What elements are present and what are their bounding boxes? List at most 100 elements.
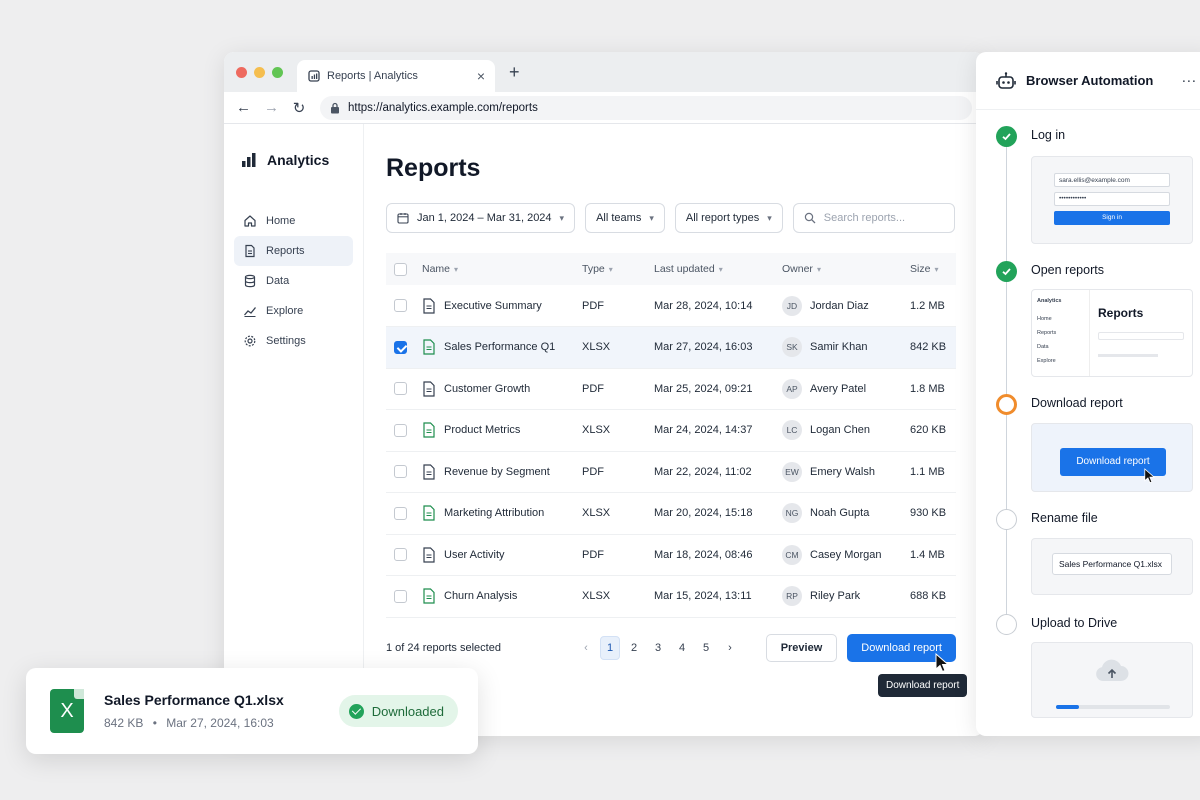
mini-sidebar: Analytics Home Reports Data Explore	[1032, 290, 1090, 376]
row-checkbox[interactable]	[394, 465, 407, 479]
close-window-button[interactable]	[236, 66, 247, 78]
sidebar-item-reports[interactable]: Reports	[234, 236, 353, 266]
name-cell: Executive Summary	[422, 297, 582, 314]
table-row[interactable]: Customer Growth PDF Mar 25, 2024, 09:21 AP A…	[386, 368, 956, 410]
table-row[interactable]: Marketing Attribution XLSX Mar 20, 2024, 1…	[386, 493, 956, 534]
toast-details: Sales Performance Q1.xlsx 842 KB • Mar 2…	[104, 692, 284, 730]
owner-name: Noah Gupta	[810, 507, 870, 520]
report-name[interactable]: Customer Growth	[444, 383, 530, 395]
report-name[interactable]: Revenue by Segment	[444, 466, 550, 478]
column-header-type[interactable]: Type ▾	[582, 253, 654, 285]
sidebar-item-home[interactable]: Home	[234, 206, 353, 236]
row-checkbox[interactable]	[394, 382, 407, 396]
row-checkbox[interactable]	[394, 299, 407, 312]
row-checkbox[interactable]	[394, 506, 407, 520]
toast-separator: •	[152, 716, 157, 730]
page-5[interactable]: 5	[696, 636, 716, 660]
report-name[interactable]: Executive Summary	[444, 300, 542, 312]
row-checkbox[interactable]	[394, 423, 407, 437]
table-row[interactable]: Churn Analysis XLSX Mar 15, 2024, 13:11 RP R…	[386, 576, 956, 617]
report-name[interactable]: Churn Analysis	[444, 590, 517, 602]
sidebar-item-settings[interactable]: Settings	[234, 326, 353, 356]
report-updated: Mar 27, 2024, 16:03	[654, 341, 753, 354]
table-row[interactable]: Sales Performance Q1 XLSX Mar 27, 2024, 16…	[386, 326, 956, 368]
page-1[interactable]: 1	[600, 635, 620, 660]
date-range-filter[interactable]: Jan 1, 2024 – Mar 31, 2024 ▾	[386, 203, 576, 233]
chevron-down-icon: ▾	[608, 265, 613, 274]
rename-thumbnail: Sales Performance Q1.xlsx	[1031, 538, 1193, 595]
report-name[interactable]: Product Metrics	[444, 424, 520, 436]
more-options-icon[interactable]: ···	[1181, 72, 1196, 89]
name-cell: User Activity	[422, 547, 582, 563]
teams-filter[interactable]: All teams ▾	[585, 203, 665, 233]
sidebar-item-explore[interactable]: Explore	[234, 296, 353, 326]
report-name[interactable]: User Activity	[444, 549, 505, 561]
step-label: Log in	[1031, 128, 1066, 142]
pdf-file-icon	[423, 547, 435, 563]
minimize-window-button[interactable]	[254, 66, 265, 78]
report-type: XLSX	[582, 341, 611, 354]
mini-brand: Analytics	[1037, 298, 1062, 304]
report-size: 1.4 MB	[910, 548, 945, 561]
search-input[interactable]: Search reports...	[792, 203, 955, 233]
sidebar-item-data[interactable]: Data	[234, 266, 353, 296]
brand[interactable]: Analytics	[241, 152, 353, 168]
row-checkbox[interactable]	[394, 589, 407, 603]
report-updated: Mar 28, 2024, 10:14	[654, 299, 753, 312]
report-size: 1.2 MB	[910, 299, 945, 312]
cloud-upload-icon	[1096, 659, 1129, 681]
forward-arrow-icon[interactable]: →	[264, 99, 279, 116]
table-row[interactable]: User Activity PDF Mar 18, 2024, 08:46 CM Cas…	[386, 534, 956, 576]
report-type: PDF	[582, 465, 604, 478]
page-4[interactable]: 4	[672, 636, 692, 660]
report-name[interactable]: Marketing Attribution	[444, 507, 544, 519]
reports-thumbnail: Analytics Home Reports Data Explore Repo…	[1031, 289, 1193, 377]
report-type: XLSX	[582, 424, 611, 437]
page-3[interactable]: 3	[648, 636, 668, 660]
column-header-updated[interactable]: Last updated ▾	[654, 253, 782, 285]
toast-filename: Sales Performance Q1.xlsx	[104, 692, 284, 708]
new-tab-button[interactable]: +	[509, 62, 520, 83]
column-header-name[interactable]: Name ▾	[422, 253, 582, 285]
owner-name: Avery Patel	[810, 382, 867, 395]
table-row[interactable]: Revenue by Segment PDF Mar 22, 2024, 11:02…	[386, 451, 956, 493]
maximize-window-button[interactable]	[272, 66, 283, 78]
browser-tab[interactable]: Reports | Analytics ×	[297, 60, 495, 92]
page-2[interactable]: 2	[624, 636, 644, 660]
row-checkbox[interactable]	[394, 548, 407, 562]
owner-name: Samir Khan	[810, 341, 868, 354]
login-password-field: ••••••••••••	[1054, 192, 1170, 206]
owner-name: Riley Park	[810, 590, 861, 603]
select-all-checkbox[interactable]	[394, 262, 407, 276]
report-type-filter[interactable]: All report types ▾	[674, 203, 783, 233]
table-row[interactable]: Executive Summary PDF Mar 28, 2024, 10:14 J…	[386, 285, 956, 327]
reload-icon[interactable]: ↻	[292, 99, 306, 117]
report-updated: Mar 25, 2024, 09:21	[654, 382, 753, 395]
step-label: Download report	[1031, 396, 1123, 410]
column-header-size[interactable]: Size ▾	[910, 253, 956, 285]
step-label: Rename file	[1031, 511, 1098, 525]
check-icon	[996, 261, 1017, 282]
report-size: 620 KB	[910, 424, 947, 437]
status-text: Downloaded	[371, 703, 444, 719]
report-type: XLSX	[582, 590, 611, 603]
chevron-down-icon: ▾	[767, 212, 772, 223]
database-icon	[244, 274, 256, 288]
preview-button[interactable]: Preview	[765, 633, 838, 662]
sidebar-item-label: Explore	[266, 305, 304, 317]
row-checkbox[interactable]	[394, 340, 407, 354]
login-signin-button: Sign in	[1054, 211, 1170, 225]
column-header-owner[interactable]: Owner ▾	[782, 253, 910, 285]
automation-title: Browser Automation	[1026, 73, 1154, 88]
avatar: JD	[782, 295, 802, 316]
table-row[interactable]: Product Metrics XLSX Mar 24, 2024, 14:37 LC…	[386, 410, 956, 451]
back-arrow-icon[interactable]: ←	[236, 99, 251, 116]
sidebar-item-label: Data	[266, 275, 290, 287]
address-bar[interactable]: https://analytics.example.com/reports	[320, 95, 972, 120]
login-email-field: sara.ellis@example.com	[1054, 173, 1170, 187]
report-name[interactable]: Sales Performance Q1	[444, 341, 555, 353]
owner-cell: JD Jordan Diaz	[782, 285, 910, 327]
next-page-icon[interactable]: ›	[720, 636, 740, 660]
close-tab-icon[interactable]: ×	[477, 68, 485, 84]
prev-page-icon[interactable]: ‹	[576, 636, 596, 660]
